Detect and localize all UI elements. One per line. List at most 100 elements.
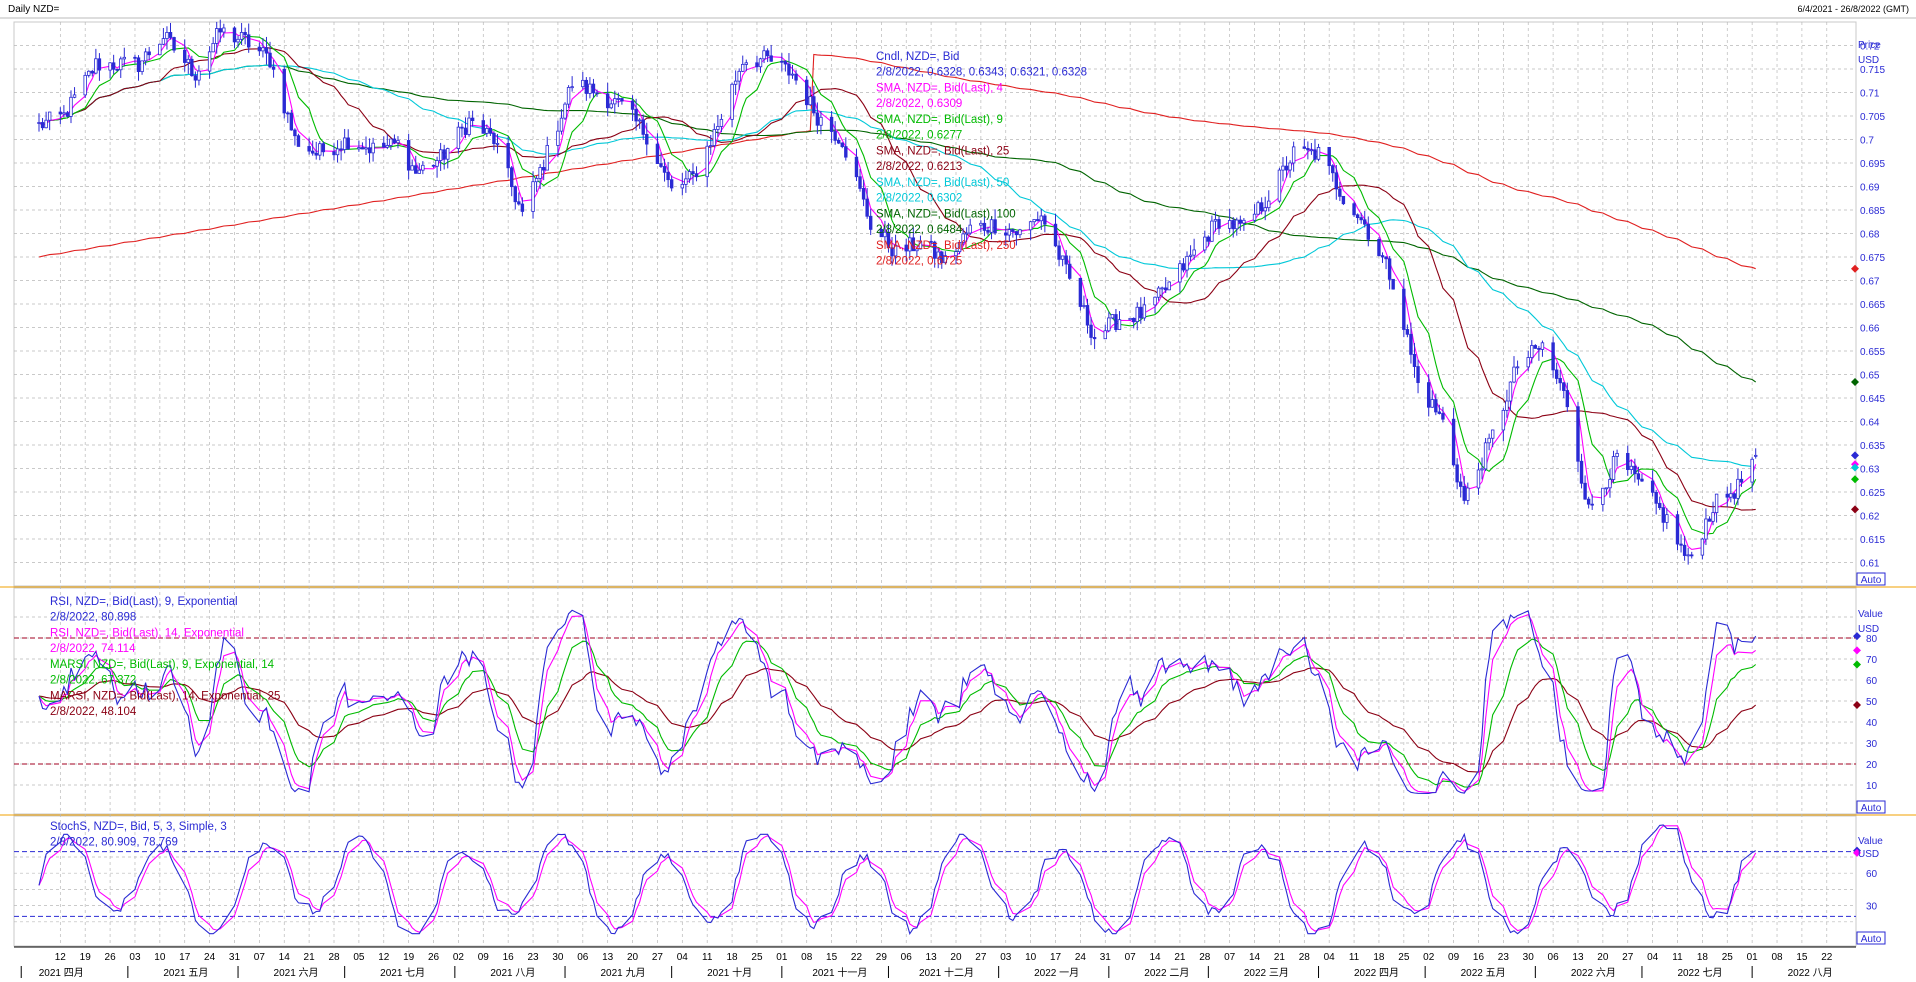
candle-body [1203,236,1207,251]
price-tick-label: 0.645 [1860,394,1885,405]
x-day-label: 26 [428,952,440,963]
x-day-label: 22 [1821,952,1833,963]
candle-body [744,62,748,65]
candle-body [1650,480,1655,493]
candle-body [1725,493,1729,498]
candle-body [247,34,251,48]
x-day-label: 16 [503,952,515,963]
x-day-label: 18 [1373,952,1385,963]
x-day-label: 11 [702,952,713,963]
price-tick-label: 0.7 [1860,136,1874,147]
candle-body [1434,399,1438,413]
legend-series-name: SMA, NZD=, Bid(Last), 9 [876,114,1003,126]
candle-body [1139,306,1143,319]
candle-body [1629,465,1633,470]
x-day-label: 08 [1771,952,1783,963]
candle-body [684,178,688,185]
rsi-tick-label: 60 [1866,676,1878,687]
price-auto-button[interactable]: Auto [1856,572,1886,586]
candle-body [506,142,510,169]
candle-body [993,219,997,234]
candle-body [1018,229,1022,236]
candle-body [716,126,720,130]
candle-body [1210,220,1214,242]
candle-body [133,56,137,59]
candle-body [1753,454,1758,457]
stoch-auto-button[interactable]: Auto [1856,931,1886,945]
candle-body [1427,382,1431,408]
candle-body [741,63,745,72]
candle-body [1540,342,1545,350]
candle-body [1675,514,1680,545]
x-day-label: 30 [552,952,564,963]
candle-body [1690,554,1694,557]
candle-body [1156,287,1161,298]
x-month-label: 2022 五月 [1461,967,1506,979]
x-day-label: 16 [1473,952,1485,963]
candle-body [584,79,589,94]
candle-body [431,164,436,167]
candle-body [1160,287,1164,290]
candle-body [346,137,350,150]
candle-body [1387,258,1392,280]
candle-body [293,129,297,137]
legend-series-value: 2/8/2022, 0.6484 [876,224,963,236]
candle-body [69,96,73,117]
candle-body [1078,277,1083,307]
candle-body [662,166,667,173]
candle-body [438,149,443,161]
rsi-auto-button[interactable]: Auto [1856,800,1886,814]
candle-body [588,83,592,94]
candle-body [1412,353,1417,367]
candle-body [307,146,311,152]
candle-body [1242,219,1246,224]
candle-body [1505,400,1509,411]
candle-body [854,156,859,178]
candle-body [1331,165,1335,174]
candle-body [168,32,173,38]
candle-body [794,73,798,81]
candle-body [108,62,112,71]
candle-body [1526,357,1530,368]
x-day-label: 27 [652,952,664,963]
rsi-series [14,609,1856,794]
candle-body [1068,263,1072,279]
candle-body [97,58,102,71]
x-day-label: 01 [1747,952,1759,963]
candle-body [687,171,692,180]
stoch-tick-label: 30 [1866,902,1878,913]
candle-body [1601,487,1605,505]
x-day-label: 25 [1398,952,1410,963]
candle-body [1163,287,1168,291]
window-title: Daily NZD= [8,4,60,15]
x-day-label: 05 [353,952,365,963]
candle-body [470,117,475,121]
candle-body [318,143,322,156]
candle-body [655,143,660,164]
candle-body [1181,263,1186,271]
candle-body [446,148,450,160]
x-day-label: 23 [527,952,539,963]
price-tick-label: 0.67 [1860,277,1880,288]
candle-body [1466,487,1470,501]
candle-body [1053,223,1058,247]
price-tick-label: 0.68 [1860,230,1880,241]
candle-body [140,60,144,73]
candle-body [733,80,738,85]
candle-body [542,167,546,171]
candle-body [488,128,493,134]
candle-body [719,118,724,127]
candle-body [563,103,567,119]
candle-body [321,143,326,153]
candle-body [314,152,318,156]
rsi-tick-label: 10 [1866,781,1878,792]
candle-body [1501,409,1506,431]
price-tick-label: 0.655 [1860,347,1885,358]
x-day-label: 19 [80,952,92,963]
candle-body [207,51,212,72]
candle-body [310,150,315,154]
candle-body [1714,493,1719,514]
candle-body [122,56,127,60]
candle-body [1313,149,1317,160]
x-day-label: 04 [677,952,689,963]
